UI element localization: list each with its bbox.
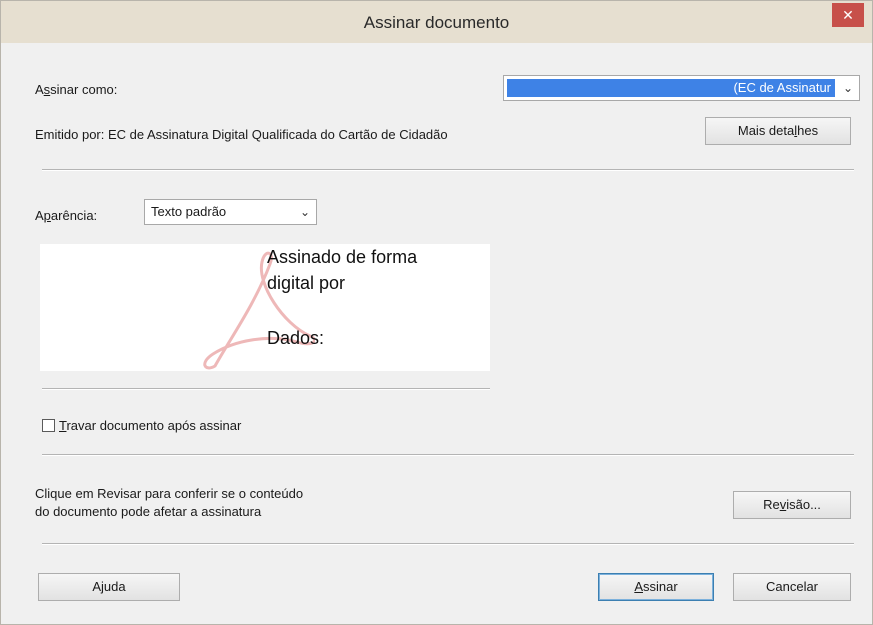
sign-as-label: Assinar como: (35, 82, 118, 97)
separator (42, 388, 490, 390)
signature-preview: Assinado de forma digital por Dados: (40, 244, 490, 371)
review-hint-line-2: do documento pode afetar a assinatura (35, 504, 262, 519)
appearance-select[interactable]: Texto padrão ⌄ (144, 199, 317, 225)
issued-by-text: Emitido por: EC de Assinatura Digital Qu… (35, 127, 448, 142)
preview-line-2: digital por (267, 273, 346, 293)
sign-as-select[interactable]: (EC de Assinatur ⌄ (503, 75, 860, 101)
appearance-label: Aparência: (35, 208, 98, 223)
preview-line-3: Dados: (267, 328, 325, 348)
dialog-title: Assinar documento (363, 13, 510, 32)
sign-document-dialog: Assinar documento ✕ Assinar como: (EC de… (0, 0, 873, 625)
review-hint-line-1: Clique em Revisar para conferir se o con… (35, 486, 304, 501)
close-icon: ✕ (842, 7, 854, 23)
review-button[interactable]: Revisão... (733, 491, 851, 519)
sign-button[interactable]: Assinar (598, 573, 714, 601)
close-button[interactable]: ✕ (832, 3, 864, 27)
separator (42, 454, 854, 456)
chevron-down-icon[interactable]: ⌄ (839, 78, 857, 98)
help-button[interactable]: Ajuda (38, 573, 180, 601)
more-details-button[interactable]: Mais detalhes (705, 117, 851, 145)
lock-document-label[interactable]: Travar documento após assinar (59, 418, 241, 433)
appearance-selected-value: Texto padrão (151, 204, 227, 219)
preview-line-1: Assinado de forma (267, 247, 418, 267)
sign-as-selected-value: (EC de Assinatur (507, 79, 835, 97)
dialog-body: Assinar como: (EC de Assinatur ⌄ Emitido… (7, 43, 866, 618)
title-bar[interactable]: Assinar documento ✕ (1, 1, 872, 43)
chevron-down-icon[interactable]: ⌄ (296, 202, 314, 222)
separator (42, 169, 854, 171)
lock-document-checkbox[interactable] (42, 419, 55, 432)
cancel-button[interactable]: Cancelar (733, 573, 851, 601)
separator (42, 543, 854, 545)
